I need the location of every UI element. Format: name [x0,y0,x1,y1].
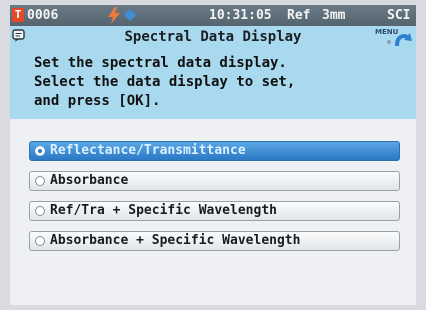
option-label: Ref/Tra + Specific Wavelength [50,203,277,218]
measure-mode: Ref [287,8,311,23]
sample-number: 0006 [27,8,59,23]
menu-back-icon[interactable]: MENU [375,28,413,46]
clock-time: 10:31:05 [209,8,272,23]
option-label: Absorbance [50,173,129,188]
instruction-line: and press [OK]. [34,93,161,109]
device-screen: T 0006 10:31:05 Ref 3mm SCI Spectral Dat… [10,5,416,305]
instruction-line: Select the data display to set, [34,74,296,90]
option-label: Absorbance + Specific Wavelength [50,233,301,248]
bolt-icon [108,7,120,24]
aperture-size: 3mm [322,8,346,23]
instruction-line: Set the spectral data display. [34,55,287,71]
diamond-icon [124,9,136,21]
option-ref-tra-specific-wavelength[interactable]: Ref/Tra + Specific Wavelength [29,201,400,221]
page-title: Spectral Data Display [124,29,302,45]
return-arrow-icon [387,33,412,46]
target-badge: T [12,8,24,22]
status-bar: T 0006 10:31:05 Ref 3mm SCI [10,5,416,26]
option-reflectance-transmittance[interactable]: Reflectance/Transmittance [29,141,400,161]
option-absorbance[interactable]: Absorbance [29,171,400,191]
specular-setting: SCI [387,8,411,23]
option-label: Reflectance/Transmittance [50,143,246,158]
radio-button [35,146,45,156]
radio-button [35,176,45,186]
option-absorbance-specific-wavelength[interactable]: Absorbance + Specific Wavelength [29,231,400,251]
radio-button [35,236,45,246]
header-panel: Spectral Data Display MENU Set the spect… [10,26,416,119]
instructions: Set the spectral data display. Select th… [34,54,295,111]
radio-button [35,206,45,216]
